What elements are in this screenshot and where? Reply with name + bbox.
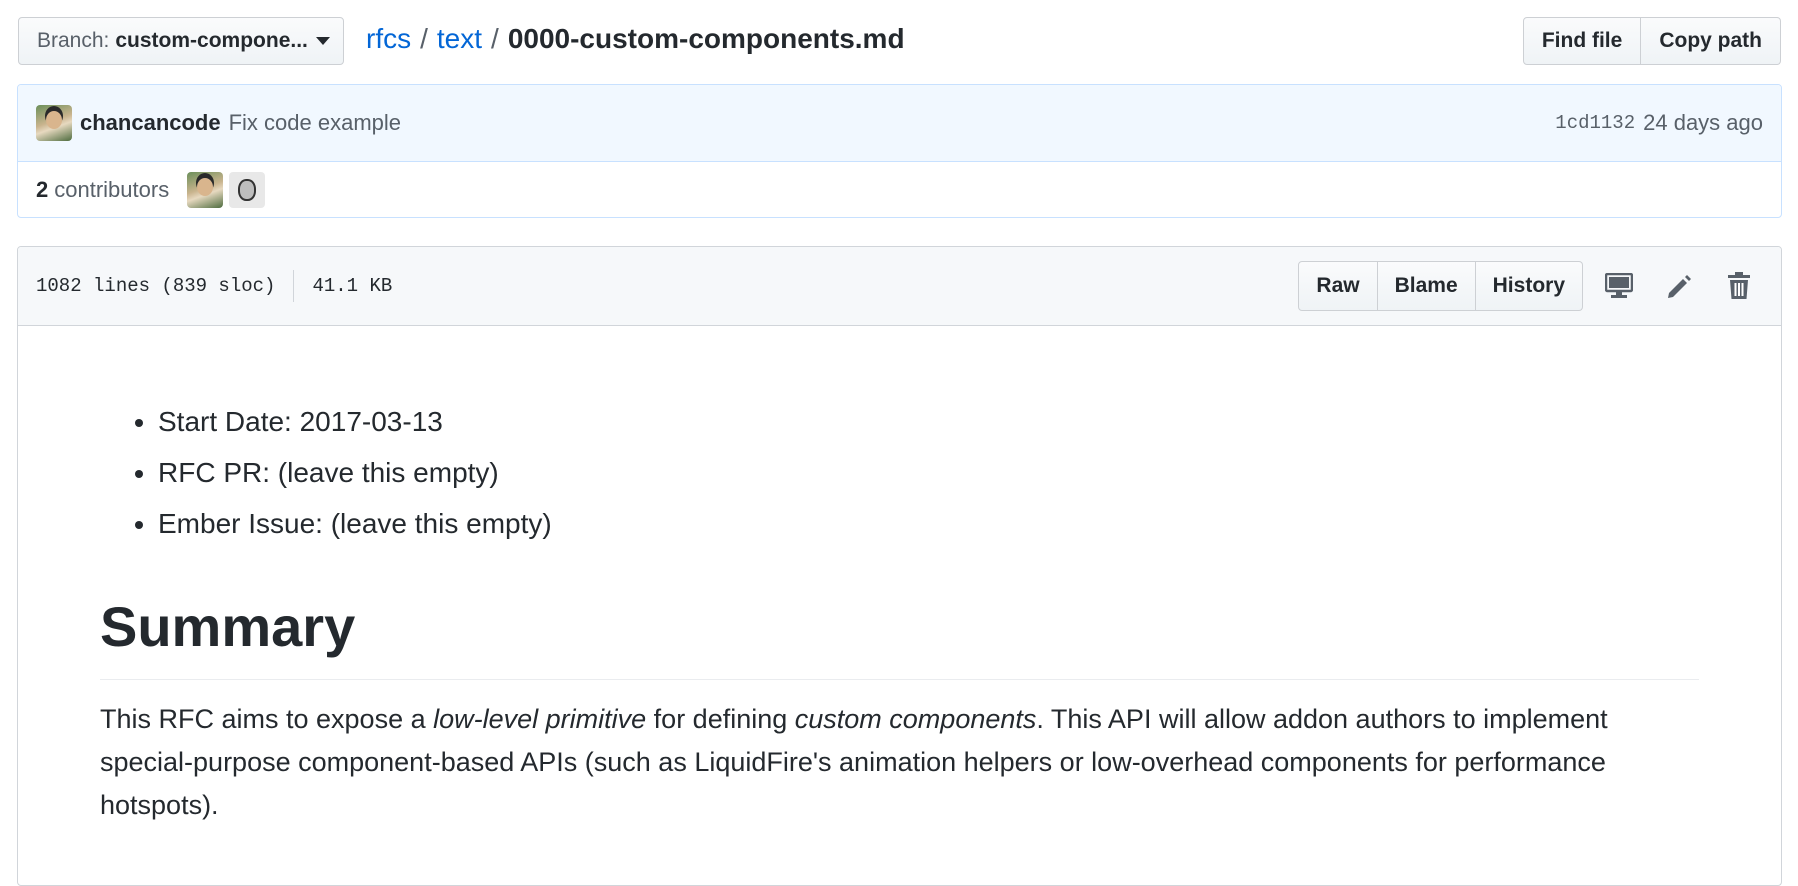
paragraph-text: This RFC aims to expose a xyxy=(100,704,434,734)
caret-down-icon xyxy=(315,37,330,45)
commit-sha-link[interactable]: 1cd1132 xyxy=(1555,112,1635,134)
breadcrumb-separator: / xyxy=(491,23,499,54)
emphasis-text: custom components xyxy=(794,704,1037,734)
avatar[interactable] xyxy=(36,105,72,141)
summary-heading: Summary xyxy=(100,587,1699,680)
list-item: Ember Issue: (leave this empty) xyxy=(158,498,1699,549)
file-header: 1082 lines (839 sloc) 41.1 KB Raw Blame … xyxy=(18,247,1781,326)
file-actions: Raw Blame History xyxy=(1298,261,1763,311)
commit-age: 24 days ago xyxy=(1643,110,1763,135)
file-nav-buttons: Find file Copy path xyxy=(1522,17,1781,65)
breadcrumb-separator: / xyxy=(420,23,428,54)
commit-meta: 1cd1132 24 days ago xyxy=(1555,85,1763,161)
raw-button[interactable]: Raw xyxy=(1298,261,1378,311)
avatar[interactable] xyxy=(229,172,266,208)
history-button[interactable]: History xyxy=(1475,261,1583,311)
commit-tease: chancancode Fix code example 1cd1132 24 … xyxy=(17,84,1782,218)
commit-message-link[interactable]: Fix code example xyxy=(229,110,401,136)
contributors-count: 2 xyxy=(36,177,49,202)
copy-path-button[interactable]: Copy path xyxy=(1641,17,1781,65)
trash-icon[interactable] xyxy=(1715,261,1763,311)
contributor-avatars xyxy=(187,172,266,208)
commit-author-link[interactable]: chancancode xyxy=(80,110,221,136)
emphasis-text: low-level primitive xyxy=(433,704,647,734)
divider xyxy=(293,270,295,302)
branch-name: custom-compone... xyxy=(115,29,308,52)
file-info: 1082 lines (839 sloc) 41.1 KB xyxy=(36,247,392,325)
paragraph-text: for defining xyxy=(646,704,795,734)
breadcrumb-folder-link[interactable]: text xyxy=(437,23,482,54)
find-file-button[interactable]: Find file xyxy=(1522,17,1642,65)
contributors-label: contributors xyxy=(54,177,170,202)
contributors-row[interactable]: 2 contributors xyxy=(18,162,1781,217)
branch-select-button[interactable]: Branch: custom-compone... xyxy=(18,17,344,65)
file-viewer: 1082 lines (839 sloc) 41.1 KB Raw Blame … xyxy=(17,246,1782,886)
breadcrumb-filename: 0000-custom-components.md xyxy=(507,23,905,54)
desktop-icon[interactable] xyxy=(1595,261,1643,311)
latest-commit-row: chancancode Fix code example 1cd1132 24 … xyxy=(18,85,1781,162)
list-item: RFC PR: (leave this empty) xyxy=(158,447,1699,498)
metadata-list: Start Date: 2017-03-13 RFC PR: (leave th… xyxy=(100,396,1699,549)
file-size: 41.1 KB xyxy=(312,275,393,297)
avatar[interactable] xyxy=(187,172,224,208)
blame-button[interactable]: Blame xyxy=(1377,261,1476,311)
branch-label: Branch: xyxy=(37,29,110,52)
markdown-body: Start Date: 2017-03-13 RFC PR: (leave th… xyxy=(18,326,1781,827)
breadcrumb: rfcs / text / 0000-custom-components.md xyxy=(366,21,905,57)
pencil-icon[interactable] xyxy=(1655,261,1703,311)
file-line-count: 1082 lines (839 sloc) xyxy=(36,275,276,297)
breadcrumb-repo-link[interactable]: rfcs xyxy=(366,23,411,54)
file-navigation: Branch: custom-compone... rfcs / text / 0000… xyxy=(18,17,1781,67)
list-item: Start Date: 2017-03-13 xyxy=(158,396,1699,447)
summary-paragraph: This RFC aims to expose a low-level prim… xyxy=(100,698,1699,827)
